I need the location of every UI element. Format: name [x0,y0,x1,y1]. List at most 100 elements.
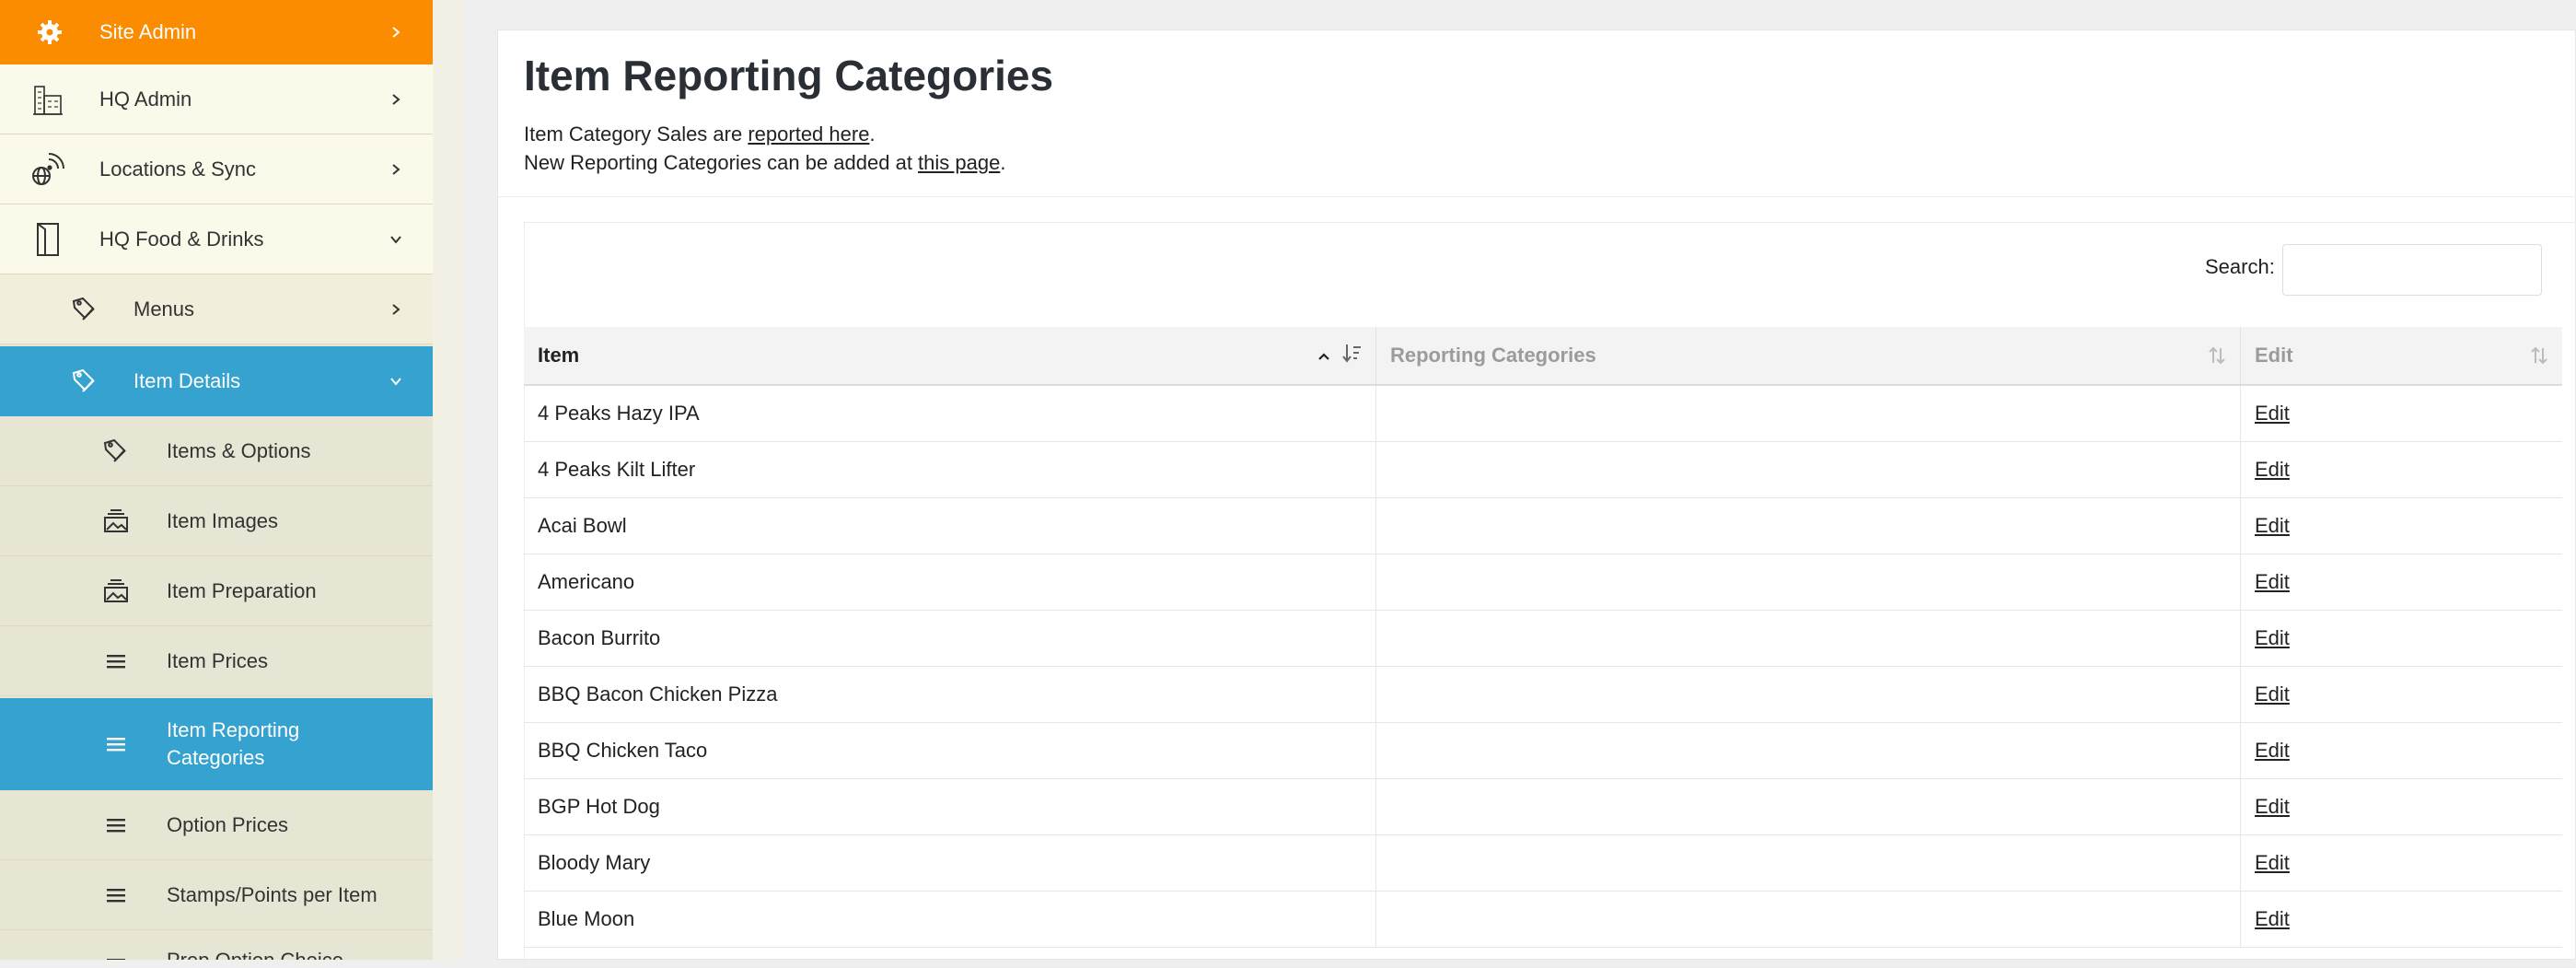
sort-icon [2207,345,2227,366]
column-header-reporting-categories[interactable]: Reporting Categories [1375,327,2241,386]
page-title: Item Reporting Categories [524,52,1054,99]
edit-cell: Edit [2240,891,2562,948]
reporting-category-cell [1375,441,2241,498]
edit-link[interactable]: Edit [2255,851,2290,874]
chevron-down-icon [385,370,407,392]
this-page-link[interactable]: this page [918,151,1000,174]
sidebar-item-label: HQ Food & Drinks [99,227,264,251]
intro-text: . [869,122,876,146]
edit-link[interactable]: Edit [2255,626,2290,649]
sidebar-item-hq-food-drinks[interactable]: HQ Food & Drinks [0,204,433,274]
table-row: Blue Moon Edit [524,891,2562,948]
intro-text: Item Category Sales are [524,122,748,146]
reported-here-link[interactable]: reported here [748,122,869,146]
edit-link[interactable]: Edit [2255,402,2290,425]
intro-line-add: New Reporting Categories can be added at… [524,151,1005,175]
sidebar-item-label: Site Admin [99,20,197,43]
reporting-category-cell [1375,778,2241,835]
reporting-category-cell [1375,554,2241,611]
sidebar-item-prep-option-choice[interactable]: Prep Option Choice [0,930,433,960]
item-categories-table: Item Reporting Categories Edit 4 Peaks H… [524,327,2562,948]
image-stack-icon [98,503,134,540]
item-name-cell: 4 Peaks Hazy IPA [524,385,1376,442]
tags-icon [98,433,134,470]
item-name-cell: BGP Hot Dog [524,778,1376,835]
sidebar-item-item-details[interactable]: Item Details [0,346,433,416]
item-name-cell: 4 Peaks Kilt Lifter [524,441,1376,498]
edit-cell: Edit [2240,441,2562,498]
chevron-right-icon [385,21,407,43]
sidebar-item-item-reporting-categories[interactable]: Item Reporting Categories [0,698,433,790]
list-icon [98,726,134,763]
intro-text: New Reporting Categories can be added at [524,151,919,174]
sidebar-item-item-preparation[interactable]: Item Preparation [0,556,433,626]
sidebar-item-label: Item Reporting Categories [167,718,300,769]
edit-cell: Edit [2240,497,2562,554]
table-body: 4 Peaks Hazy IPA Edit 4 Peaks Kilt Lifter E… [524,385,2562,948]
sort-alpha-icon [1342,343,1363,368]
sidebar-item-hq-admin[interactable]: HQ Admin [0,64,433,134]
sidebar-item-item-images[interactable]: Item Images [0,486,433,556]
column-header-label: Reporting Categories [1390,344,1596,367]
reporting-category-cell [1375,834,2241,892]
edit-link[interactable]: Edit [2255,795,2290,818]
sidebar-item-label: Prep Option Choice [167,949,343,960]
intro-line-reports: Item Category Sales are reported here. [524,122,876,146]
sidebar-item-label: Item Images [167,508,279,532]
edit-cell: Edit [2240,610,2562,667]
table-row: 4 Peaks Hazy IPA Edit [524,385,2562,442]
column-header-label: Item [538,344,580,367]
edit-link[interactable]: Edit [2255,514,2290,537]
edit-link[interactable]: Edit [2255,682,2290,706]
divider [498,196,2576,197]
list-icon [98,643,134,680]
sidebar-item-label: Stamps/Points per Item [167,882,377,906]
item-name-cell: Bloody Mary [524,834,1376,892]
table-row: BBQ Bacon Chicken Pizza Edit [524,666,2562,723]
reporting-category-cell [1375,497,2241,554]
edit-cell: Edit [2240,778,2562,835]
sidebar-gutter [433,0,464,960]
sidebar-item-label: Item Preparation [167,578,317,602]
sidebar-item-site-admin[interactable]: Site Admin [0,0,433,64]
sidebar-item-locations-sync[interactable]: Locations & Sync [0,134,433,204]
sidebar-item-label: Option Prices [167,812,289,836]
edit-cell: Edit [2240,385,2562,442]
column-header-label: Edit [2255,344,2293,367]
table-row: Bloody Mary Edit [524,834,2562,892]
reporting-category-cell [1375,610,2241,667]
table-row: Acai Bowl Edit [524,497,2562,554]
item-name-cell: Americano [524,554,1376,611]
sort-ascending-icon [1317,344,1331,367]
broadcast-globe-icon [29,151,66,188]
column-header-edit[interactable]: Edit [2240,327,2562,386]
item-name-cell: BBQ Bacon Chicken Pizza [524,666,1376,723]
edit-link[interactable]: Edit [2255,458,2290,481]
sort-icon [2529,345,2549,366]
chevron-down-icon [385,228,407,251]
search-label: Search: [2205,255,2275,278]
sidebar-item-option-prices[interactable]: Option Prices [0,790,433,860]
sort-controls [1317,343,1363,368]
sidebar-item-label: Menus [133,297,195,321]
sidebar-item-menus[interactable]: Menus [0,274,433,344]
chevron-right-icon [385,158,407,181]
sidebar-item-item-prices[interactable]: Item Prices [0,626,433,696]
sidebar-item-label: Locations & Sync [99,157,256,181]
sidebar-item-label: Item Prices [167,648,269,672]
sidebar: Site Admin HQ Admin Locations & Sync HQ … [0,0,433,960]
table-row: BBQ Chicken Taco Edit [524,722,2562,779]
sidebar-item-label: HQ Admin [99,87,192,111]
reporting-category-cell [1375,666,2241,723]
sidebar-item-items-options[interactable]: Items & Options [0,416,433,486]
sidebar-item-stamps-points[interactable]: Stamps/Points per Item [0,860,433,930]
edit-link[interactable]: Edit [2255,907,2290,930]
edit-cell: Edit [2240,666,2562,723]
item-name-cell: Blue Moon [524,891,1376,948]
edit-link[interactable]: Edit [2255,739,2290,762]
item-name-cell: BBQ Chicken Taco [524,722,1376,779]
column-header-item[interactable]: Item [524,327,1376,386]
search-input[interactable] [2282,244,2542,296]
sidebar-item-label: Item Details [133,369,241,392]
edit-link[interactable]: Edit [2255,570,2290,593]
